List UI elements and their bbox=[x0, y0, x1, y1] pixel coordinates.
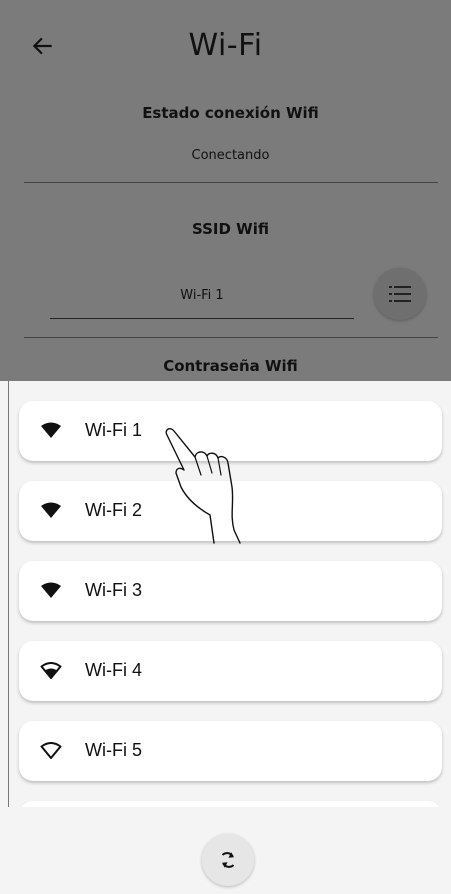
wifi-medium-icon bbox=[40, 662, 62, 679]
network-name: Wi-Fi 3 bbox=[85, 580, 142, 600]
divider bbox=[24, 182, 438, 183]
ssid-input[interactable] bbox=[50, 272, 354, 319]
ssid-label: SSID Wifi bbox=[192, 220, 269, 238]
network-item[interactable]: Wi-Fi 4 bbox=[19, 641, 442, 701]
refresh-button[interactable] bbox=[202, 834, 254, 886]
network-item[interactable]: Wi-Fi 1 bbox=[19, 401, 442, 461]
network-list-sheet: Wi-Fi 1 Wi-Fi 2 Wi-Fi 3 Wi-Fi 4 Wi-Fi 5 bbox=[0, 381, 451, 894]
network-name: Wi-Fi 2 bbox=[85, 500, 142, 520]
wifi-filled-icon bbox=[41, 422, 61, 438]
wifi-outline-icon bbox=[40, 742, 62, 759]
password-label: Contraseña Wifi bbox=[163, 357, 298, 375]
connection-status-value: Conectando bbox=[191, 148, 270, 163]
network-name: Wi-Fi 5 bbox=[85, 740, 142, 760]
network-item[interactable]: Wi-Fi 3 bbox=[19, 561, 442, 621]
page-title: Wi-Fi bbox=[188, 28, 263, 63]
network-list-button[interactable] bbox=[374, 268, 426, 320]
wifi-filled-icon bbox=[41, 502, 61, 518]
wifi-filled-icon bbox=[41, 582, 61, 598]
divider bbox=[24, 337, 438, 338]
network-item[interactable]: Wi-Fi 5 bbox=[19, 721, 442, 781]
app-bar: Wi-Fi bbox=[0, 0, 451, 90]
list-icon bbox=[389, 286, 411, 302]
network-item[interactable]: Wi-Fi 2 bbox=[19, 481, 442, 541]
network-name: Wi-Fi 1 bbox=[85, 420, 142, 440]
refresh-icon bbox=[221, 852, 235, 868]
network-name: Wi-Fi 4 bbox=[85, 660, 142, 680]
connection-status-label: Estado conexión Wifi bbox=[142, 104, 319, 122]
